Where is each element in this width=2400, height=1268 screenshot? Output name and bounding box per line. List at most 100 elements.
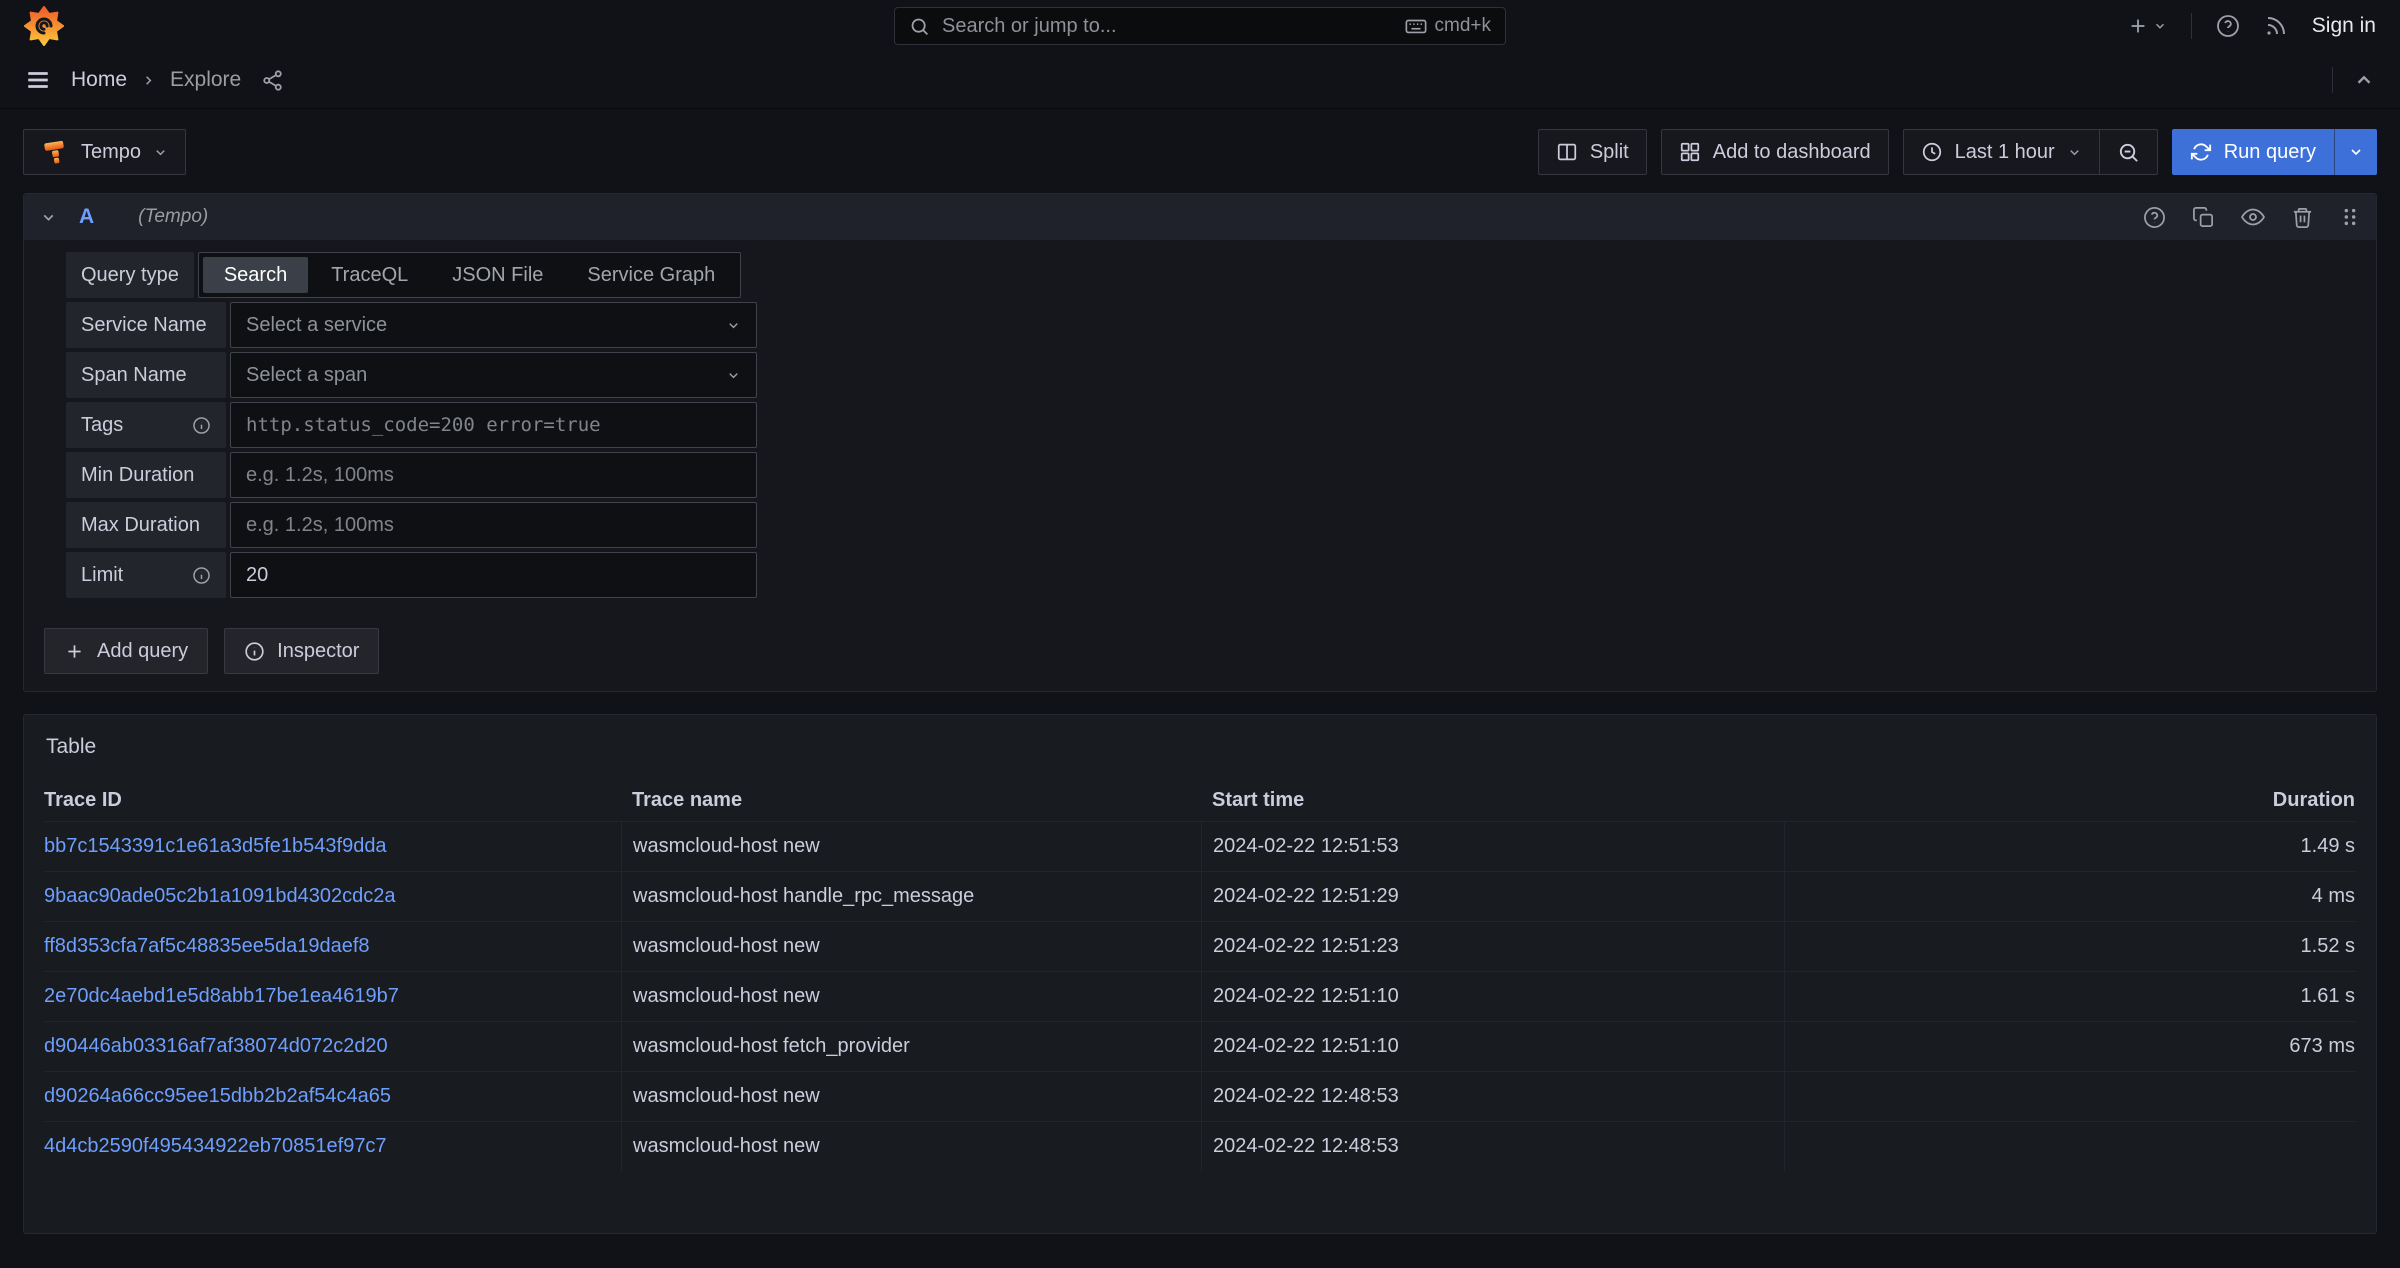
trace-name-cell: wasmcloud-host handle_rpc_message — [621, 872, 1201, 921]
start-time-cell: 2024-02-22 12:51:53 — [1201, 822, 1784, 871]
trace-id-link[interactable]: 4d4cb2590f495434922eb70851ef97c7 — [44, 1135, 387, 1158]
keyboard-icon — [1405, 15, 1427, 37]
share-icon[interactable] — [261, 69, 284, 92]
min-duration-input[interactable] — [230, 452, 757, 498]
apps-grid-icon — [1679, 141, 1701, 163]
search-input[interactable]: Search or jump to... cmd+k — [894, 7, 1506, 45]
start-time-cell: 2024-02-22 12:51:10 — [1201, 972, 1784, 1021]
collapse-query-icon[interactable] — [40, 209, 57, 226]
info-icon — [192, 566, 211, 585]
divider — [2332, 67, 2333, 93]
trace-name-cell: wasmcloud-host new — [621, 1072, 1201, 1121]
table-row: 2e70dc4aebd1e5d8abb17be1ea4619b7 wasmclo… — [44, 971, 2356, 1021]
sync-icon — [2190, 141, 2212, 163]
tags-input[interactable] — [230, 402, 757, 448]
trace-name-cell: wasmcloud-host new — [621, 972, 1201, 1021]
table-header: Trace ID Trace name Start time Duration — [44, 779, 2356, 821]
trace-id-link[interactable]: ff8d353cfa7af5c48835ee5da19daef8 — [44, 935, 370, 958]
service-name-row: Service Name Select a service — [66, 302, 2356, 348]
news-rss-icon[interactable] — [2264, 14, 2288, 38]
duplicate-query-icon[interactable] — [2192, 206, 2215, 229]
tags-label: Tags — [66, 402, 226, 448]
search-minus-icon — [2117, 141, 2140, 164]
duration-cell: 1.61 s — [1784, 972, 2356, 1021]
min-duration-label: Min Duration — [66, 452, 226, 498]
duration-cell: 1.49 s — [1784, 822, 2356, 871]
chevron-right-icon — [141, 73, 156, 88]
search-placeholder: Search or jump to... — [942, 15, 1117, 38]
add-to-dashboard-button[interactable]: Add to dashboard — [1661, 129, 1889, 175]
start-time-cell: 2024-02-22 12:48:53 — [1201, 1122, 1784, 1171]
start-time-cell: 2024-02-22 12:51:29 — [1201, 872, 1784, 921]
drag-handle-icon[interactable] — [2340, 206, 2360, 228]
duration-cell: 4 ms — [1784, 872, 2356, 921]
table-panel: Table Trace ID Trace name Start time Dur… — [23, 714, 2377, 1234]
info-icon — [192, 416, 211, 435]
breadcrumb-home[interactable]: Home — [71, 68, 127, 92]
add-query-button[interactable]: Add query — [44, 628, 208, 674]
tab-search[interactable]: Search — [203, 257, 308, 293]
trace-id-link[interactable]: d90264a66cc95ee15dbb2b2af54c4a65 — [44, 1085, 391, 1108]
col-trace-id[interactable]: Trace ID — [44, 779, 621, 821]
trace-name-cell: wasmcloud-host fetch_provider — [621, 1022, 1201, 1071]
query-ref-id[interactable]: A — [79, 205, 94, 229]
service-name-select[interactable]: Select a service — [230, 302, 757, 348]
trace-id-link[interactable]: bb7c1543391c1e61a3d5fe1b543f9dda — [44, 835, 387, 858]
query-editor-panel: A (Tempo) — [23, 193, 2377, 692]
table-row: 9baac90ade05c2b1a1091bd4302cdc2a wasmclo… — [44, 871, 2356, 921]
collapse-top-icon[interactable] — [2353, 69, 2375, 91]
query-row-header[interactable]: A (Tempo) — [24, 194, 2376, 240]
limit-input[interactable] — [230, 552, 757, 598]
query-type-row: Query type Search TraceQL JSON File Serv… — [66, 252, 2356, 298]
duration-cell — [1784, 1122, 2356, 1171]
col-start-time[interactable]: Start time — [1201, 779, 1784, 821]
limit-label: Limit — [66, 552, 226, 598]
col-duration[interactable]: Duration — [1784, 779, 2356, 821]
toggle-visibility-icon[interactable] — [2241, 205, 2265, 229]
datasource-name: Tempo — [81, 141, 141, 164]
run-query-options-button[interactable] — [2334, 129, 2377, 175]
top-bar: Search or jump to... cmd+k Sign in — [0, 0, 2400, 52]
explore-toolbar: Tempo Split Add to dashboard Last 1 hour — [23, 129, 2377, 175]
datasource-picker[interactable]: Tempo — [23, 129, 186, 175]
chevron-down-icon — [2153, 19, 2167, 33]
query-help-icon[interactable] — [2143, 206, 2166, 229]
breadcrumb-current[interactable]: Explore — [170, 68, 241, 92]
trace-name-cell: wasmcloud-host new — [621, 1122, 1201, 1171]
min-duration-row: Min Duration — [66, 452, 2356, 498]
breadcrumb: Home Explore — [71, 68, 241, 92]
trace-name-cell: wasmcloud-host new — [621, 922, 1201, 971]
sign-in-button[interactable]: Sign in — [2312, 14, 2376, 38]
chevron-down-icon — [2348, 144, 2364, 160]
start-time-cell: 2024-02-22 12:48:53 — [1201, 1072, 1784, 1121]
max-duration-label: Max Duration — [66, 502, 226, 548]
max-duration-input[interactable] — [230, 502, 757, 548]
tab-json-file[interactable]: JSON File — [431, 257, 564, 293]
new-button[interactable] — [2127, 15, 2167, 37]
tab-traceql[interactable]: TraceQL — [310, 257, 429, 293]
query-actions: Add query Inspector — [24, 602, 2376, 691]
run-query-button[interactable]: Run query — [2172, 129, 2334, 175]
help-icon[interactable] — [2216, 14, 2240, 38]
shortcut-hint: cmd+k — [1405, 15, 1492, 37]
start-time-cell: 2024-02-22 12:51:10 — [1201, 1022, 1784, 1071]
delete-query-icon[interactable] — [2291, 206, 2314, 229]
zoom-out-time-button[interactable] — [2100, 129, 2158, 175]
span-name-select[interactable]: Select a span — [230, 352, 757, 398]
trace-id-link[interactable]: d90446ab03316af7af38074d072c2d20 — [44, 1035, 388, 1058]
time-range-label: Last 1 hour — [1955, 141, 2055, 164]
time-range-picker[interactable]: Last 1 hour — [1903, 129, 2100, 175]
col-trace-name[interactable]: Trace name — [621, 779, 1201, 821]
start-time-cell: 2024-02-22 12:51:23 — [1201, 922, 1784, 971]
split-button[interactable]: Split — [1538, 129, 1647, 175]
grafana-logo[interactable] — [24, 6, 64, 46]
trace-id-link[interactable]: 9baac90ade05c2b1a1091bd4302cdc2a — [44, 885, 395, 908]
tempo-logo-icon — [41, 138, 69, 166]
trace-id-link[interactable]: 2e70dc4aebd1e5d8abb17be1ea4619b7 — [44, 985, 399, 1008]
table-row: bb7c1543391c1e61a3d5fe1b543f9dda wasmclo… — [44, 821, 2356, 871]
duration-cell: 673 ms — [1784, 1022, 2356, 1071]
inspector-button[interactable]: Inspector — [224, 628, 379, 674]
tab-service-graph[interactable]: Service Graph — [566, 257, 736, 293]
menu-icon[interactable] — [25, 67, 51, 93]
info-circle-icon — [244, 641, 265, 662]
